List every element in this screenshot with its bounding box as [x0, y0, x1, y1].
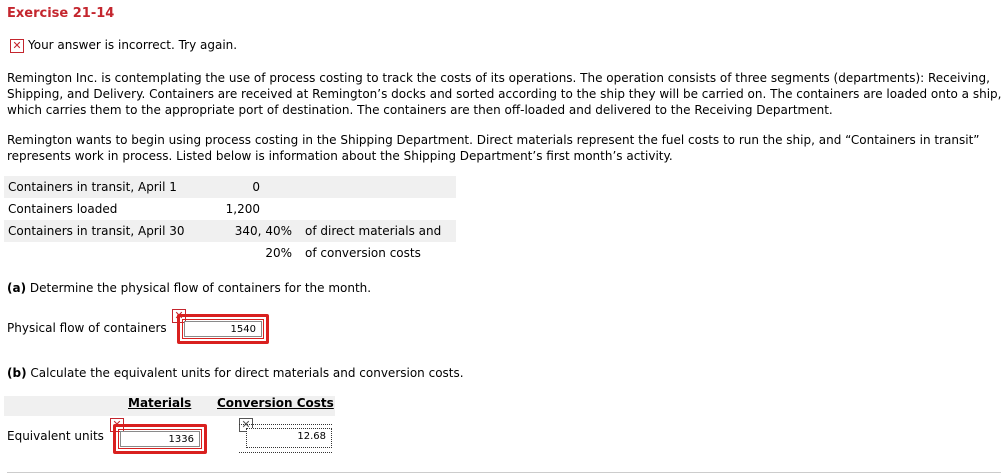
equivalent-units-label: Equivalent units — [7, 429, 104, 443]
divider — [7, 472, 1001, 473]
table-row-note: of conversion costs — [305, 246, 421, 260]
part-b-text: Calculate the equivalent units for direc… — [30, 366, 464, 380]
table-row-label: Containers in transit, April 30 — [8, 224, 185, 238]
physical-flow-input[interactable]: 1540 — [184, 321, 262, 337]
activity-table: Containers in transit, April 1 0 Contain… — [4, 176, 456, 264]
exercise-title: Exercise 21-14 — [7, 6, 115, 21]
part-a-text: Determine the physical flow of container… — [29, 281, 372, 295]
problem-paragraph-2: Remington wants to begin using process c… — [7, 133, 980, 163]
problem-paragraph-1: Remington Inc. is contemplating the use … — [7, 71, 1002, 117]
table-row-value: 340, 40% — [234, 224, 292, 238]
table-row-value: 0 — [252, 180, 260, 194]
table-row-value: 1,200 — [225, 202, 260, 216]
materials-equivalent-units-input[interactable]: 1336 — [120, 431, 200, 447]
conversion-costs-header: Conversion Costs — [217, 396, 334, 410]
physical-flow-label: Physical flow of containers — [7, 321, 167, 335]
materials-header: Materials — [128, 396, 192, 410]
part-b-question: (b) Calculate the equivalent units for d… — [7, 366, 464, 380]
table-row-label: Containers loaded — [8, 202, 118, 216]
x-icon: ✕ — [10, 39, 24, 53]
incorrect-message: Your answer is incorrect. Try again. — [28, 38, 238, 52]
table-row-label: Containers in transit, April 1 — [8, 180, 177, 194]
part-a-question: (a) Determine the physical flow of conta… — [7, 281, 372, 295]
table-row-value: 20% — [265, 246, 292, 260]
incorrect-status: ✕ Your answer is incorrect. Try again. — [10, 38, 237, 53]
table-row-note: of direct materials and — [305, 224, 442, 238]
conversion-equivalent-units-input[interactable]: 12.68 — [246, 428, 332, 448]
